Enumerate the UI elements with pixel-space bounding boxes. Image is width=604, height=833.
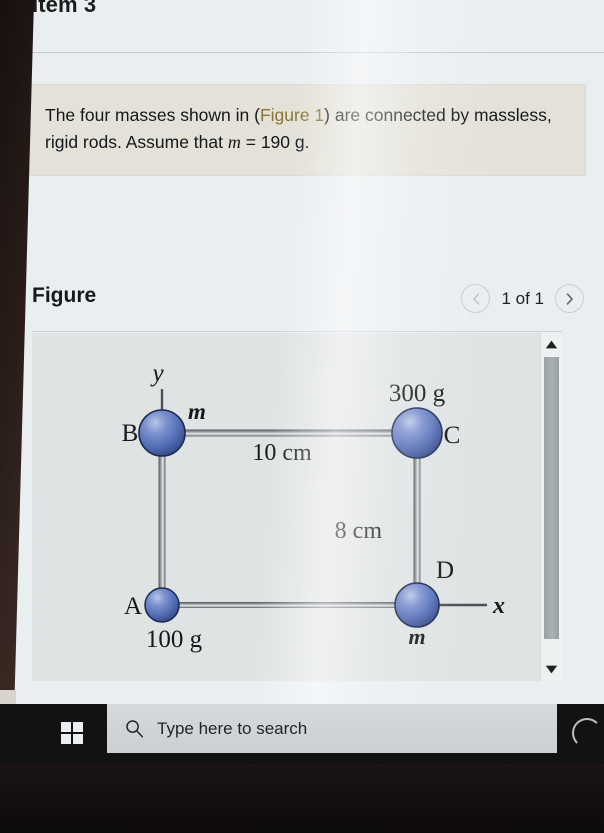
figure-1-link[interactable]: Figure 1 [260,105,324,125]
mass-label-a: 100 g [146,626,203,653]
figure-section-label: Figure [32,284,97,307]
scrollbar-up-button[interactable] [541,335,562,354]
start-button[interactable] [55,716,89,750]
triangle-up-icon [545,340,558,349]
scrollbar-thumb[interactable] [544,357,559,639]
mass-label-c: 300 g [389,380,446,407]
node-label-b: B [122,420,139,447]
figure-viewport[interactable]: y m B 300 g C 10 cm 8 cm D x A 100 g m [32,333,562,681]
problem-statement-panel: The four masses shown in (Figure 1) are … [20,84,586,177]
mass-node-a [144,587,180,623]
figure-scrollbar[interactable] [540,333,562,681]
mass-label-b: m [188,399,206,424]
mass-label-d: m [408,624,425,649]
dimension-label-top: 10 cm [252,440,312,466]
taskbar-search-box[interactable]: Type here to search [107,704,557,753]
rod-a-d [162,602,417,608]
rod-b-c [162,429,417,437]
problem-text-before: The four masses shown in ( [45,105,260,125]
mass-symbol-m: m [227,131,241,152]
mass-node-c [391,407,443,459]
rod-b-a [158,433,166,605]
y-axis-label: y [149,360,164,387]
header-divider [10,52,604,53]
masses-diagram-svg: y m B 300 g C 10 cm 8 cm D x A 100 g m [122,360,505,653]
problem-mass-value: = 190 g. [240,131,310,152]
figure-header: Figure 1 of 1 [32,284,584,318]
figure-next-button[interactable] [555,284,584,313]
page-title: Item 3 [32,0,97,17]
mass-node-b [138,409,186,457]
figure-pager: 1 of 1 [461,284,584,313]
figure-diagram: y m B 300 g C 10 cm 8 cm D x A 100 g m [32,333,538,681]
desk-surface [0,764,604,833]
node-label-d: D [436,557,454,584]
search-input[interactable]: Type here to search [157,719,307,739]
browser-page: Item 3 The four masses shown in (Figure … [10,0,604,704]
figure-prev-button[interactable] [461,284,491,313]
problem-text: The four masses shown in (Figure 1) are … [45,103,561,155]
mass-node-d [394,582,440,628]
node-label-a: A [124,593,142,620]
triangle-down-icon [545,665,558,674]
scrollbar-down-button[interactable] [541,660,562,679]
screen-photo: Item 3 The four masses shown in (Figure … [0,0,604,833]
windows-logo-icon [61,722,83,744]
node-label-c: C [444,422,461,449]
x-axis-label: x [492,593,505,619]
cortana-icon[interactable] [572,718,602,748]
search-icon [126,720,144,738]
figure-page-count: 1 of 1 [501,288,544,308]
chevron-left-icon [473,292,480,305]
chevron-right-icon [566,292,573,305]
windows-taskbar: Type here to search [0,704,604,764]
figure-divider [32,331,562,332]
dimension-label-right: 8 cm [335,518,383,544]
